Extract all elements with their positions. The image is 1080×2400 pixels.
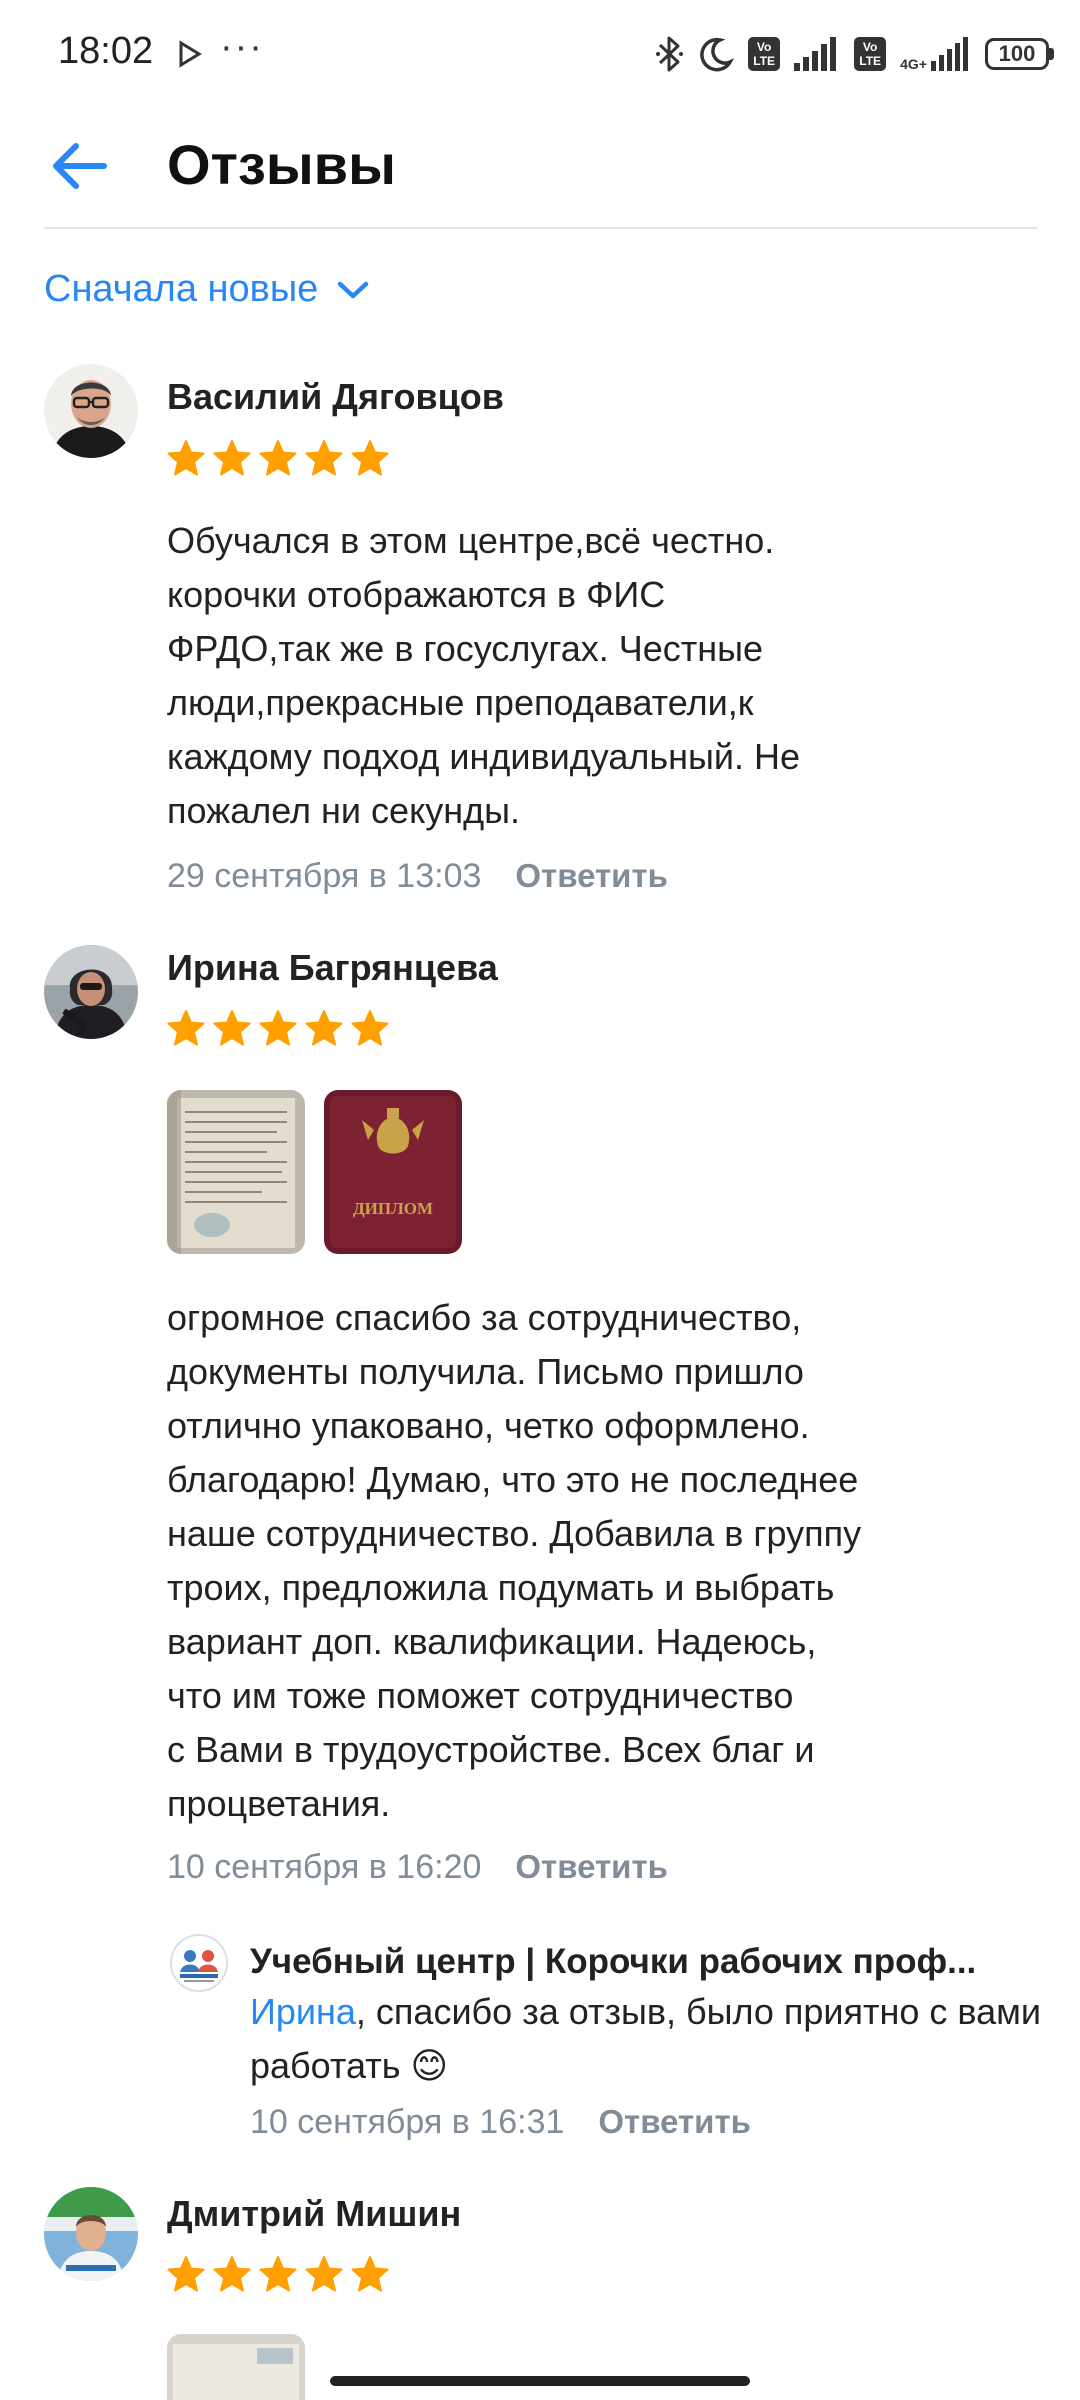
avatar[interactable]	[44, 945, 138, 1039]
reply-button[interactable]: Ответить	[515, 857, 668, 895]
battery-icon: 100	[985, 38, 1054, 70]
star-rating	[166, 438, 390, 478]
star-icon	[305, 2256, 343, 2292]
reviewer-name[interactable]: Ирина Багрянцева	[167, 947, 498, 989]
review-text: Обучался в этом центре,всё честно. короч…	[167, 520, 801, 831]
review-meta: 10 сентября в 16:20 Ответить	[167, 1848, 668, 1887]
star-icon	[213, 1010, 251, 1046]
avatar-photo-icon	[44, 945, 138, 1039]
network-type: 4G+	[900, 56, 927, 72]
status-time: 18:02	[58, 30, 154, 72]
reviews-screen: 18:02 ··· Vo LTE Vo LTE 4G+ 100 Отзывы С…	[0, 0, 1080, 2400]
star-icon	[305, 1010, 343, 1046]
moon-icon	[700, 37, 735, 72]
mention-link[interactable]: Ирина	[250, 1991, 356, 2032]
review-meta: 29 сентября в 13:03 Ответить	[167, 857, 668, 896]
page-title: Отзывы	[167, 133, 396, 196]
diploma-label: ДИПЛОМ	[353, 1199, 433, 1218]
review-photo[interactable]	[167, 1090, 305, 1254]
business-logo-icon	[172, 1936, 226, 1990]
business-name[interactable]: Учебный центр | Корочки рабочих проф...	[250, 1942, 1030, 1982]
review-photo[interactable]: ДИПЛОМ	[324, 1090, 462, 1254]
signal-icon	[794, 37, 837, 71]
reviewer-name[interactable]: Дмитрий Мишин	[167, 2193, 461, 2235]
document-photo-icon	[167, 1090, 305, 1254]
play-icon	[179, 40, 202, 68]
diploma-photo-icon: ДИПЛОМ	[324, 1090, 462, 1254]
star-icon	[167, 1010, 205, 1046]
avatar-photo-icon	[44, 2187, 138, 2281]
avatar[interactable]	[44, 2187, 138, 2281]
star-icon	[213, 2256, 251, 2292]
sort-label: Сначала новые	[44, 268, 319, 310]
star-icon	[351, 2256, 389, 2292]
bluetooth-icon	[656, 36, 684, 72]
chevron-down-icon	[338, 281, 369, 298]
more-notifications-icon: ···	[220, 26, 264, 68]
star-rating	[166, 1008, 390, 1048]
sort-dropdown[interactable]: Сначала новые	[44, 268, 370, 311]
reply-meta: 10 сентября в 16:31 Ответить	[250, 2103, 751, 2142]
review-photo[interactable]	[167, 2334, 305, 2400]
review-date: 29 сентября в 13:03	[167, 857, 482, 895]
reply-button[interactable]: Ответить	[515, 1848, 668, 1886]
photo-icon	[167, 2334, 305, 2400]
star-icon	[259, 1010, 297, 1046]
signal-4g: 4G+	[900, 37, 971, 71]
star-icon	[259, 2256, 297, 2292]
volte-icon-2: Vo LTE	[854, 37, 887, 71]
star-icon	[259, 440, 297, 476]
status-bar: 18:02 ··· Vo LTE Vo LTE 4G+ 100	[0, 0, 1080, 110]
review-date: 10 сентября в 16:20	[167, 1848, 482, 1886]
star-icon	[167, 440, 205, 476]
reviewer-name[interactable]: Василий Дяговцов	[167, 376, 504, 418]
star-icon	[167, 2256, 205, 2292]
signal-icon-2	[931, 37, 968, 71]
avatar-photo-icon	[44, 364, 138, 458]
reply-body: , спасибо за отзыв, было приятно с вами …	[250, 1991, 1041, 2086]
star-icon	[213, 440, 251, 476]
back-button[interactable]	[46, 130, 118, 202]
avatar[interactable]	[44, 364, 138, 458]
arrow-left-icon	[53, 143, 107, 189]
reply-button[interactable]: Ответить	[598, 2103, 751, 2141]
status-icons: Vo LTE Vo LTE 4G+ 100	[654, 32, 1054, 76]
header-divider	[44, 227, 1038, 229]
star-icon	[351, 440, 389, 476]
star-icon	[351, 1010, 389, 1046]
business-avatar[interactable]	[170, 1934, 228, 1992]
star-rating	[166, 2254, 390, 2294]
reply-text: Ирина, спасибо за отзыв, было приятно с …	[250, 1985, 1050, 2093]
home-indicator[interactable]	[330, 2376, 750, 2386]
volte-icon: Vo LTE	[748, 37, 781, 71]
star-icon	[305, 440, 343, 476]
app-header: Отзывы	[0, 110, 1080, 228]
reply-date: 10 сентября в 16:31	[250, 2103, 565, 2141]
battery-level: 100	[985, 38, 1049, 70]
review-text: огромное спасибо за сотрудничество, доку…	[167, 1297, 862, 1824]
